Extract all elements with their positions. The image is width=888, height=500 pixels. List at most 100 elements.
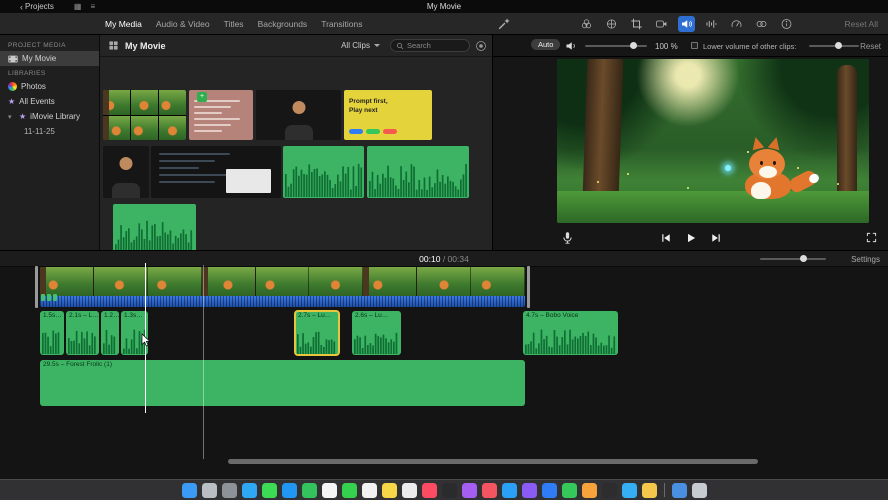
next-button[interactable]: [710, 232, 722, 244]
dock-safari-icon[interactable]: [241, 482, 257, 498]
tab-transitions[interactable]: Transitions: [321, 19, 362, 29]
current-time: 00:10: [419, 254, 441, 264]
sidebar-item-all-events[interactable]: ★ All Events: [0, 94, 99, 109]
timeline-zoom-knob[interactable]: [799, 255, 807, 262]
color-correction-icon[interactable]: [603, 16, 620, 32]
volume-icon[interactable]: [678, 16, 695, 32]
media-thumbnail-webcam[interactable]: [256, 90, 341, 140]
lower-volume-checkbox[interactable]: [691, 42, 698, 49]
dock-reminders-icon[interactable]: [401, 482, 417, 498]
audio-marker: [41, 294, 45, 301]
trim-handle-right[interactable]: [527, 266, 530, 308]
dock-terminal-icon[interactable]: [601, 482, 617, 498]
dock-pages-icon[interactable]: [581, 482, 597, 498]
timeline-audio-clip[interactable]: 2.7s – Lu…: [294, 310, 340, 356]
titlebar: ‹ Projects ▦ ≡ My Movie: [0, 0, 888, 13]
chevron-down-icon[interactable]: ▾: [8, 113, 15, 121]
video-clip-filmstrip[interactable]: [40, 267, 525, 296]
timeline-settings-button[interactable]: Settings: [851, 255, 880, 264]
clip-info-icon[interactable]: [778, 16, 795, 32]
color-balance-icon[interactable]: [578, 16, 595, 32]
sidebar-item-label: All Events: [19, 97, 55, 106]
tab-backgrounds[interactable]: Backgrounds: [258, 19, 308, 29]
list-view-icon[interactable]: ≡: [90, 2, 95, 11]
sidebar-item-imovie-library[interactable]: ▾ ★ iMovie Library: [0, 109, 99, 124]
tab-titles[interactable]: Titles: [224, 19, 244, 29]
volume-reset-button[interactable]: Reset: [860, 42, 881, 51]
sidebar-section-title: PROJECT MEDIA: [8, 42, 66, 49]
auto-volume-button[interactable]: Auto: [531, 39, 561, 50]
lower-volume-slider[interactable]: [809, 42, 859, 49]
dock-notes-icon[interactable]: [381, 482, 397, 498]
search-input[interactable]: Search: [390, 39, 470, 52]
back-projects-button[interactable]: ‹ Projects: [20, 2, 54, 12]
media-thumbnail-document[interactable]: +: [189, 90, 253, 140]
timeline-audio-clip[interactable]: 4.7s – Bobo Voice: [523, 311, 618, 355]
dock-numbers-icon[interactable]: [561, 482, 577, 498]
sidebar-item-11-11-25[interactable]: 11-11-25: [0, 124, 99, 139]
dock-browser-icon[interactable]: [641, 482, 657, 498]
fullscreen-icon[interactable]: [866, 232, 877, 243]
volume-slider-knob[interactable]: [630, 42, 638, 49]
media-thumbnail-filmstrip[interactable]: [103, 90, 186, 140]
dock-music-icon[interactable]: [421, 482, 437, 498]
dock-news-icon[interactable]: [481, 482, 497, 498]
media-thumbnail-audio[interactable]: [367, 146, 469, 198]
media-thumbnail-webcam[interactable]: [103, 146, 149, 198]
clip-appearance-icon[interactable]: [475, 40, 487, 52]
crop-icon[interactable]: [628, 16, 645, 32]
sidebar-item-my-movie[interactable]: My Movie: [0, 51, 99, 66]
background-music-clip[interactable]: 29.5s – Forest Frolic (1): [40, 360, 525, 406]
dock-imovie-icon[interactable]: [521, 482, 537, 498]
horizontal-scrollbar[interactable]: [228, 459, 758, 464]
dock-editor-icon[interactable]: [621, 482, 637, 498]
dock-podcasts-icon[interactable]: [461, 482, 477, 498]
timeline-audio-clip[interactable]: 2.6s – Lu…: [352, 311, 401, 355]
tab-my-media[interactable]: My Media: [105, 19, 142, 29]
dock-mail-icon[interactable]: [281, 482, 297, 498]
dock-downloads-icon[interactable]: [671, 482, 687, 498]
timeline-audio-clip[interactable]: 1.5s…: [40, 311, 64, 355]
dock-keynote-icon[interactable]: [541, 482, 557, 498]
audio-track-bar[interactable]: [40, 294, 525, 307]
stabilization-icon[interactable]: [653, 16, 670, 32]
sidebar-item-photos[interactable]: Photos: [0, 79, 99, 94]
previous-button[interactable]: [660, 232, 672, 244]
dock-tv-icon[interactable]: [441, 482, 457, 498]
voiceover-mic-icon[interactable]: [561, 231, 574, 244]
dock-finder-icon[interactable]: [181, 482, 197, 498]
lower-volume-slider-knob[interactable]: [835, 42, 842, 49]
dock-trash-icon[interactable]: [691, 482, 707, 498]
tab-audio-video[interactable]: Audio & Video: [156, 19, 210, 29]
media-thumbnail-screen[interactable]: [151, 146, 281, 198]
media-thumbnail-audio[interactable]: [283, 146, 364, 198]
speed-icon[interactable]: [728, 16, 745, 32]
dock-calendar-icon[interactable]: [361, 482, 377, 498]
play-button[interactable]: [685, 232, 697, 244]
media-thumbnail-title-card[interactable]: Prompt first, Play next: [344, 90, 432, 140]
volume-slider[interactable]: [585, 42, 647, 49]
sidebar-item-label: My Movie: [22, 54, 57, 63]
clips-filter-dropdown[interactable]: All Clips: [341, 41, 380, 50]
dock-settings-icon[interactable]: [221, 482, 237, 498]
trim-handle-left[interactable]: [35, 266, 38, 308]
dock-facetime-icon[interactable]: [341, 482, 357, 498]
grid-view-icon[interactable]: ▦: [74, 2, 82, 11]
timeline-audio-clip[interactable]: 2.1s – L…: [66, 311, 99, 355]
browser-header: My Movie All Clips Search: [100, 35, 492, 57]
dock-maps-icon[interactable]: [301, 482, 317, 498]
dock-messages-icon[interactable]: [261, 482, 277, 498]
noise-reduction-icon[interactable]: [703, 16, 720, 32]
reset-all-button[interactable]: Reset All: [844, 19, 878, 29]
dock-photos-icon[interactable]: [321, 482, 337, 498]
timeline-zoom-slider[interactable]: [760, 255, 826, 262]
auto-enhance-wand-icon[interactable]: [497, 17, 511, 31]
timeline-audio-clip[interactable]: 1.2…: [101, 311, 119, 355]
mute-speaker-icon[interactable]: [565, 40, 577, 52]
media-thumbnail-audio[interactable]: [113, 204, 196, 254]
dock-appstore-icon[interactable]: [501, 482, 517, 498]
search-icon: [396, 42, 404, 50]
effects-icon[interactable]: [753, 16, 770, 32]
dock-launchpad-icon[interactable]: [201, 482, 217, 498]
grid-icon[interactable]: [108, 40, 119, 51]
